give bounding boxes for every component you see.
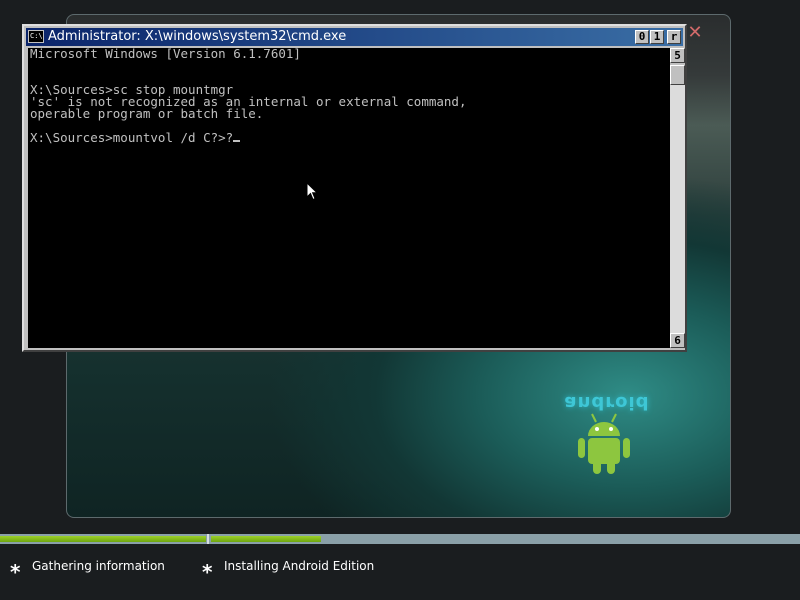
step-bullet-icon: * xyxy=(202,560,213,584)
step-gathering-information: * Gathering information xyxy=(10,558,190,582)
step-installing: * Installing Android Edition xyxy=(202,558,402,582)
minimize-button[interactable]: 0 xyxy=(635,30,649,44)
android-robot-icon xyxy=(578,413,630,474)
close-button[interactable]: r xyxy=(667,30,681,44)
setup-close-icon[interactable]: ✕ xyxy=(687,23,703,43)
maximize-button[interactable]: 1 xyxy=(650,30,664,44)
console-titlebar[interactable]: C:\ Administrator: X:\windows\system32\c… xyxy=(26,28,683,46)
step-label: Gathering information xyxy=(32,559,165,573)
step-bullet-icon: * xyxy=(10,560,21,584)
console-output[interactable]: Microsoft Windows [Version 6.1.7601] X:\… xyxy=(28,48,670,348)
progress-step1-fill xyxy=(0,536,206,542)
progress-divider xyxy=(207,534,209,544)
step-label: Installing Android Edition xyxy=(224,559,375,573)
text-cursor xyxy=(233,140,241,142)
console-title: Administrator: X:\windows\system32\cmd.e… xyxy=(48,29,347,44)
console-line: operable program or batch file. xyxy=(30,106,264,121)
console-prompt-text: X:\Sources>mountvol /d C?>? xyxy=(30,130,234,145)
mouse-pointer-icon xyxy=(306,182,318,201)
scroll-track[interactable] xyxy=(670,85,685,333)
console-system-icon[interactable]: C:\ xyxy=(28,30,44,43)
scroll-thumb[interactable] xyxy=(670,65,685,85)
setup-progress-bar xyxy=(0,534,800,544)
scroll-up-button[interactable]: 5 xyxy=(670,48,685,63)
console-prompt-line[interactable]: X:\Sources>mountvol /d C?>? xyxy=(30,130,670,145)
console-scrollbar[interactable]: 5 6 xyxy=(670,48,685,348)
scroll-down-button[interactable]: 6 xyxy=(670,333,685,348)
console-line: Microsoft Windows [Version 6.1.7601] xyxy=(30,48,301,61)
console-window[interactable]: C:\ Administrator: X:\windows\system32\c… xyxy=(22,24,687,352)
progress-step2-fill xyxy=(211,536,321,542)
